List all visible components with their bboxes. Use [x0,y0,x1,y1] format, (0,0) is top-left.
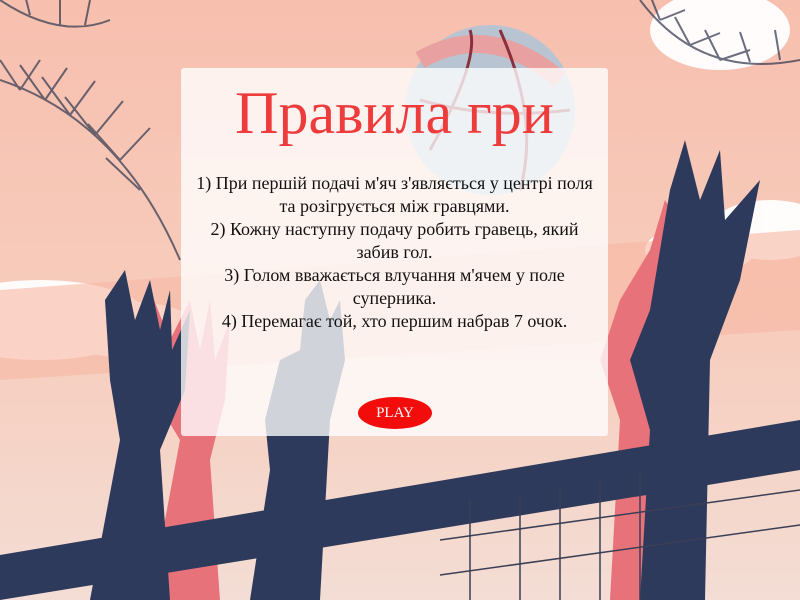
play-button[interactable]: PLAY [358,397,432,429]
rules-list: 1) При першій подачі м'яч з'являється у … [181,172,608,333]
rule-3: 3) Голом вважається влучання м'ячем у по… [224,265,565,308]
rules-panel: Правила гри 1) При першій подачі м'яч з'… [181,68,608,436]
rule-2: 2) Кожну наступну подачу робить гравець,… [210,219,579,262]
rules-title: Правила гри [235,80,554,146]
rule-4: 4) Перемагає той, хто першим набрав 7 оч… [221,311,568,331]
rule-1: 1) При першій подачі м'яч з'являється у … [196,173,593,216]
